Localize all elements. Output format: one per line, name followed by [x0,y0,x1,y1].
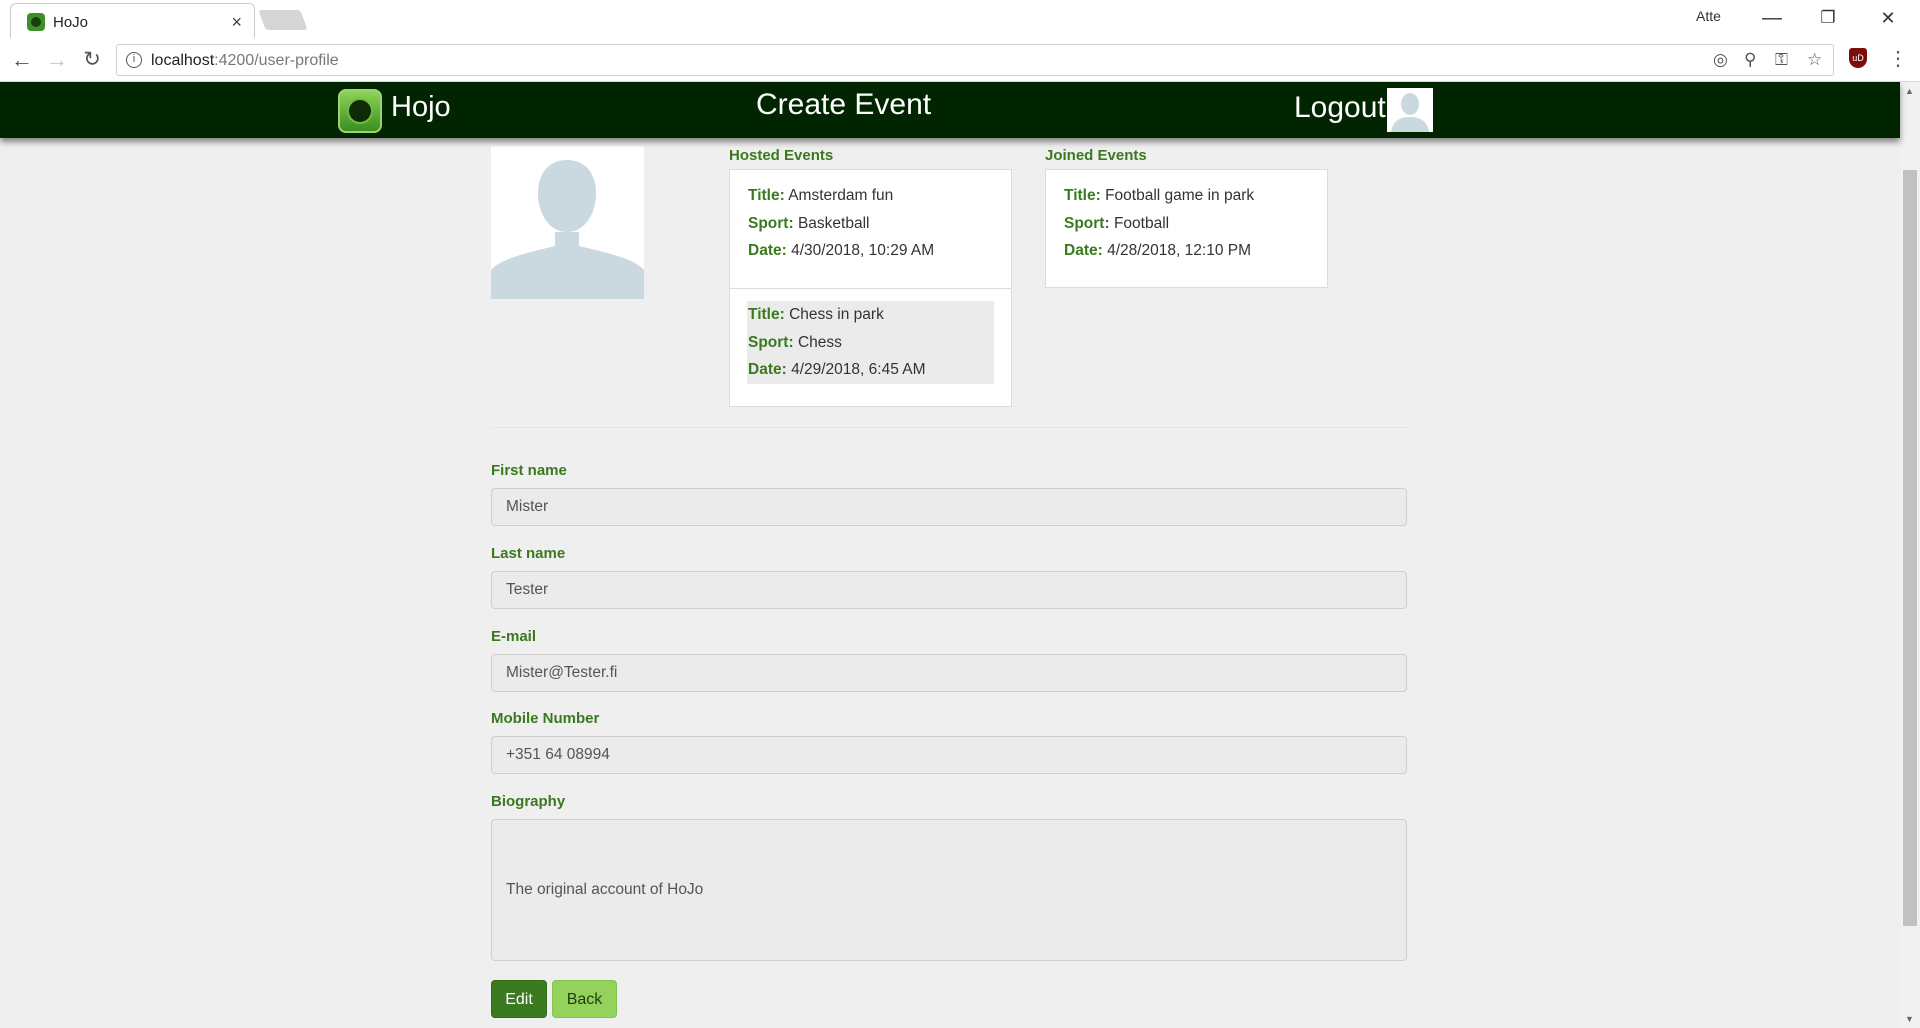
zoom-icon[interactable]: ⚲ [1744,50,1756,70]
hosted-events-title: Hosted Events [729,147,834,164]
profile-picture [491,146,644,299]
joined-events-list: Title: Football game in park Sport: Foot… [1045,169,1328,288]
hosted-event-card[interactable]: Title: Chess in park Sport: Chess Date: … [730,288,1011,406]
page-viewport: Hojo Create Event Logout Hosted Events T… [0,82,1920,1028]
mobile-number-field[interactable]: +351 64 08994 [491,736,1407,774]
email-label: E-mail [491,628,537,645]
joined-events-title: Joined Events [1045,147,1147,164]
scroll-thumb[interactable] [1903,170,1917,926]
hosted-event-card[interactable]: Title: Amsterdam fun Sport: Basketball D… [730,170,1011,288]
biography-field[interactable]: The original account of HoJo [491,819,1407,961]
window-close-icon[interactable]: ✕ [1860,2,1916,34]
reload-icon[interactable]: ↻ [78,46,106,74]
avatar-silhouette-icon [1387,88,1433,132]
hojo-favicon-icon [27,13,45,31]
scroll-up-arrow-icon[interactable]: ▲ [1905,86,1914,96]
mobile-number-label: Mobile Number [491,710,600,727]
event-date: 4/29/2018, 6:45 AM [791,361,926,378]
email-field[interactable]: Mister@Tester.fi [491,654,1407,692]
event-date: 4/28/2018, 12:10 PM [1107,242,1251,259]
header-avatar[interactable] [1387,88,1433,132]
minimize-icon[interactable]: — [1744,2,1800,34]
event-title: Football game in park [1105,187,1255,204]
tab-title: HoJo [53,14,89,31]
logout-link[interactable]: Logout [1294,91,1386,125]
title-label: Title: [748,306,785,323]
brand-name[interactable]: Hojo [391,91,451,124]
tab-close-icon[interactable]: × [231,12,242,33]
event-sport: Chess [797,333,842,351]
browser-profile-name[interactable]: Atte [1696,8,1721,24]
browser-tabstrip: HoJo × Atte — ❐ ✕ [0,0,1920,38]
event-title: Chess in park [789,306,884,323]
app-header: Hojo Create Event Logout [0,82,1900,138]
browser-toolbar: ← → ↻ i localhost:4200/user-profile ◎ ⚲ … [0,38,1920,82]
title-label: Title: [1064,187,1101,204]
date-label: Date: [748,361,787,378]
address-bar[interactable]: i localhost:4200/user-profile ◎ ⚲ ⚿ ☆ [116,44,1834,76]
back-button[interactable]: Back [552,980,617,1018]
biography-text: The original account of HoJo [506,881,704,898]
event-title: Amsterdam fun [788,187,894,204]
sport-label: Sport: [748,333,794,351]
event-sport: Basketball [797,214,870,232]
back-arrow-icon[interactable]: ← [8,46,36,74]
forward-arrow-icon[interactable]: → [43,46,71,74]
url-path: :4200/user-profile [214,52,339,69]
new-tab-button[interactable] [258,10,308,30]
bookmark-star-icon[interactable]: ☆ [1807,50,1822,70]
location-icon[interactable]: ◎ [1713,50,1728,70]
first-name-field[interactable]: Mister [491,488,1407,526]
first-name-label: First name [491,462,567,479]
last-name-field[interactable]: Tester [491,571,1407,609]
scroll-down-arrow-icon[interactable]: ▼ [1905,1014,1914,1024]
ublock-extension-icon[interactable]: uD [1849,48,1867,68]
biography-label: Biography [491,793,566,810]
title-label: Title: [748,187,785,204]
sport-label: Sport: [1064,214,1110,232]
last-name-label: Last name [491,545,566,562]
url-host: localhost [151,52,215,69]
joined-event-card[interactable]: Title: Football game in park Sport: Foot… [1046,170,1327,287]
page-scrollbar[interactable]: ▲ ▼ [1900,82,1920,1028]
edit-button[interactable]: Edit [491,980,547,1018]
basketball-icon [347,98,373,124]
profile-silhouette-icon [491,146,644,299]
sport-label: Sport: [748,214,794,232]
restore-icon[interactable]: ❐ [1800,2,1856,34]
date-label: Date: [1064,242,1103,259]
event-date: 4/30/2018, 10:29 AM [791,242,935,259]
hovered-event-body: Title: Chess in park Sport: Chess Date: … [747,301,994,384]
date-label: Date: [748,242,787,259]
event-sport: Football [1113,214,1170,232]
site-info-icon[interactable]: i [126,52,142,68]
section-divider [491,427,1409,428]
url-text: localhost:4200/user-profile [151,52,339,70]
create-event-link[interactable]: Create Event [756,88,931,122]
key-icon[interactable]: ⚿ [1775,50,1788,70]
browser-tab[interactable]: HoJo × [10,3,255,38]
hojo-logo-icon[interactable] [338,89,382,133]
hosted-events-list: Title: Amsterdam fun Sport: Basketball D… [729,169,1012,407]
browser-menu-icon[interactable]: ⋮ [1888,46,1908,71]
